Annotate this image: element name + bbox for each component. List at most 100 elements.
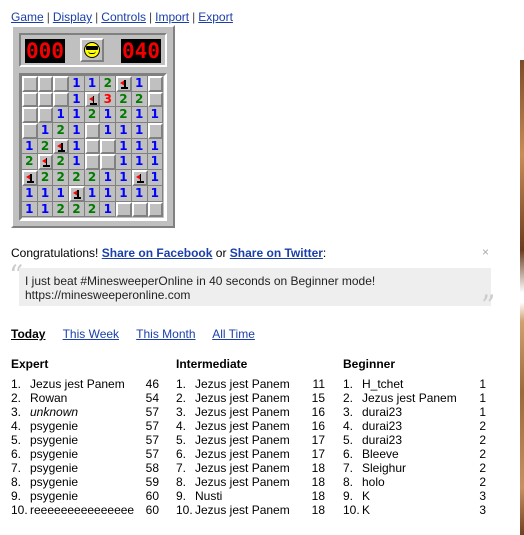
number-cell[interactable]: 1 bbox=[116, 123, 132, 139]
unrevealed-cell[interactable] bbox=[37, 107, 54, 124]
number-cell[interactable]: 1 bbox=[100, 107, 117, 124]
unrevealed-cell[interactable] bbox=[100, 138, 117, 155]
number-cell[interactable]: 1 bbox=[147, 107, 164, 124]
unrevealed-cell[interactable] bbox=[84, 138, 101, 155]
unrevealed-cell[interactable] bbox=[147, 76, 164, 92]
number-cell[interactable]: 2 bbox=[116, 91, 132, 108]
mine-grid: 1121132211212111211111211112211112222111… bbox=[19, 73, 167, 221]
number-cell[interactable]: 1 bbox=[147, 170, 164, 186]
unrevealed-cell[interactable] bbox=[147, 201, 164, 218]
flag-icon[interactable] bbox=[131, 170, 148, 186]
number-cell[interactable]: 2 bbox=[53, 170, 70, 186]
number-cell[interactable]: 1 bbox=[147, 154, 164, 171]
unrevealed-cell[interactable] bbox=[147, 91, 164, 108]
flag-icon[interactable] bbox=[84, 91, 101, 108]
number-cell[interactable]: 2 bbox=[100, 76, 117, 92]
menu-controls[interactable]: Controls bbox=[101, 10, 146, 24]
number-cell[interactable]: 1 bbox=[37, 123, 54, 139]
unrevealed-cell[interactable] bbox=[22, 91, 38, 108]
number-cell[interactable]: 1 bbox=[100, 123, 117, 139]
number-cell[interactable]: 2 bbox=[116, 107, 132, 124]
unrevealed-cell[interactable] bbox=[37, 91, 54, 108]
share-twitter-link[interactable]: Share on Twitter bbox=[230, 246, 323, 260]
number-cell[interactable]: 1 bbox=[100, 170, 117, 186]
number-cell[interactable]: 1 bbox=[131, 154, 148, 171]
unrevealed-cell[interactable] bbox=[100, 154, 117, 171]
number-cell[interactable]: 1 bbox=[69, 91, 85, 108]
number-cell[interactable]: 1 bbox=[37, 201, 54, 218]
number-cell[interactable]: 2 bbox=[37, 170, 54, 186]
congrats-line: Congratulations! Share on Facebook or Sh… bbox=[11, 246, 326, 260]
number-cell[interactable]: 2 bbox=[131, 91, 148, 108]
number-cell[interactable]: 2 bbox=[37, 138, 54, 155]
share-facebook-link[interactable]: Share on Facebook bbox=[102, 246, 213, 260]
number-cell[interactable]: 2 bbox=[84, 107, 101, 124]
menu-game[interactable]: Game bbox=[11, 10, 44, 24]
flag-icon[interactable] bbox=[53, 138, 70, 155]
menu-import[interactable]: Import bbox=[155, 10, 189, 24]
number-cell[interactable]: 1 bbox=[131, 138, 148, 155]
unrevealed-cell[interactable] bbox=[22, 76, 38, 92]
number-cell[interactable]: 1 bbox=[22, 138, 38, 155]
close-icon[interactable]: × bbox=[482, 245, 489, 259]
share-url-line: https://minesweeperonline.com bbox=[25, 288, 191, 302]
unrevealed-cell[interactable] bbox=[53, 76, 70, 92]
number-cell[interactable]: 1 bbox=[22, 185, 38, 202]
number-cell[interactable]: 1 bbox=[131, 107, 148, 124]
number-cell[interactable]: 1 bbox=[69, 107, 85, 124]
number-cell[interactable]: 1 bbox=[116, 170, 132, 186]
number-cell[interactable]: 1 bbox=[131, 185, 148, 202]
number-cell[interactable]: 1 bbox=[100, 201, 117, 218]
number-cell[interactable]: 1 bbox=[84, 76, 101, 92]
number-cell[interactable]: 1 bbox=[53, 185, 70, 202]
tab-this-week[interactable]: This Week bbox=[63, 327, 119, 341]
number-cell[interactable]: 1 bbox=[131, 123, 148, 139]
number-cell[interactable]: 1 bbox=[69, 138, 85, 155]
number-cell[interactable]: 2 bbox=[22, 154, 38, 171]
number-cell[interactable]: 1 bbox=[22, 201, 38, 218]
number-cell[interactable]: 2 bbox=[53, 123, 70, 139]
number-cell[interactable]: 1 bbox=[69, 123, 85, 139]
unrevealed-cell[interactable] bbox=[84, 154, 101, 171]
unrevealed-cell[interactable] bbox=[22, 123, 38, 139]
number-cell[interactable]: 1 bbox=[131, 76, 148, 92]
player-name: K bbox=[362, 489, 371, 503]
unrevealed-cell[interactable] bbox=[131, 201, 148, 218]
tab-today[interactable]: Today bbox=[11, 327, 45, 341]
tab-all-time[interactable]: All Time bbox=[212, 327, 255, 341]
number-cell[interactable]: 2 bbox=[84, 201, 101, 218]
number-cell[interactable]: 2 bbox=[69, 170, 85, 186]
tab-this-month[interactable]: This Month bbox=[136, 327, 195, 341]
number-cell[interactable]: 1 bbox=[147, 185, 164, 202]
unrevealed-cell[interactable] bbox=[37, 76, 54, 92]
number-cell[interactable]: 1 bbox=[84, 185, 101, 202]
number-cell[interactable]: 1 bbox=[116, 185, 132, 202]
menu-separator: | bbox=[148, 10, 153, 24]
flag-icon[interactable] bbox=[37, 154, 54, 171]
unrevealed-cell[interactable] bbox=[22, 107, 38, 124]
number-cell[interactable]: 1 bbox=[53, 107, 70, 124]
face-button[interactable] bbox=[80, 38, 104, 62]
flag-icon[interactable] bbox=[69, 185, 85, 202]
unrevealed-cell[interactable] bbox=[53, 91, 70, 108]
number-cell[interactable]: 1 bbox=[37, 185, 54, 202]
flag-icon[interactable] bbox=[116, 76, 132, 92]
flag-icon[interactable] bbox=[22, 170, 38, 186]
number-cell[interactable]: 2 bbox=[84, 170, 101, 186]
number-cell[interactable]: 2 bbox=[53, 201, 70, 218]
unrevealed-cell[interactable] bbox=[116, 201, 132, 218]
menu-display[interactable]: Display bbox=[53, 10, 92, 24]
number-cell[interactable]: 1 bbox=[69, 154, 85, 171]
number-cell[interactable]: 2 bbox=[69, 201, 85, 218]
number-cell[interactable]: 3 bbox=[100, 91, 117, 108]
number-cell[interactable]: 2 bbox=[53, 154, 70, 171]
number-cell[interactable]: 1 bbox=[69, 76, 85, 92]
menu-export[interactable]: Export bbox=[198, 10, 233, 24]
unrevealed-cell[interactable] bbox=[84, 123, 101, 139]
unrevealed-cell[interactable] bbox=[147, 123, 164, 139]
number-cell[interactable]: 1 bbox=[100, 185, 117, 202]
number-cell[interactable]: 1 bbox=[147, 138, 164, 155]
share-message-line: I just beat #MinesweeperOnline in 40 sec… bbox=[25, 274, 376, 288]
number-cell[interactable]: 1 bbox=[116, 154, 132, 171]
number-cell[interactable]: 1 bbox=[116, 138, 132, 155]
